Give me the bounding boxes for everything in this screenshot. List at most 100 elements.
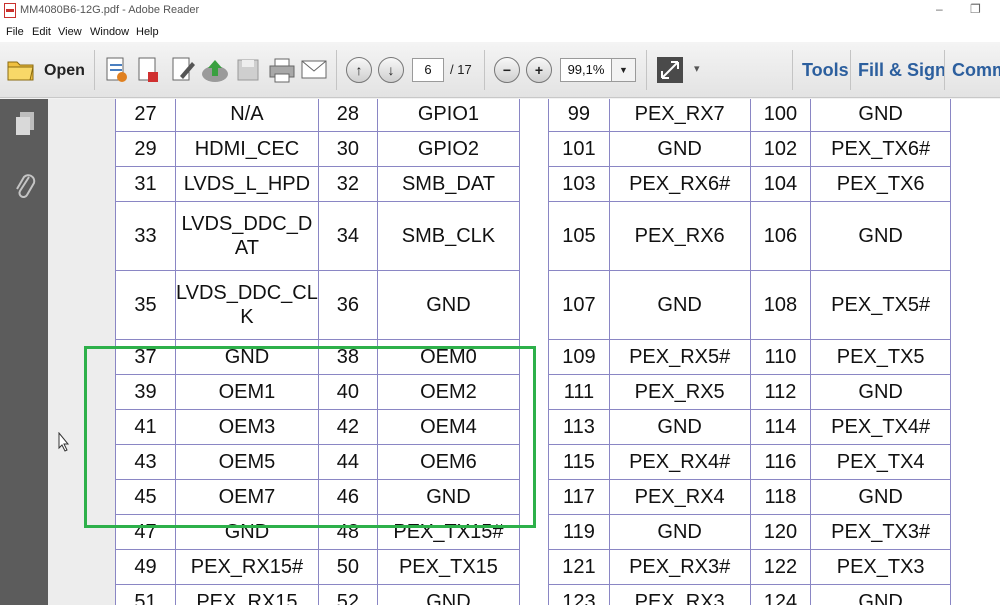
menu-edit[interactable]: Edit <box>32 26 51 38</box>
pin-number-cell: 34 <box>317 201 378 271</box>
pin-number-cell: 113 <box>548 409 610 445</box>
menu-help[interactable]: Help <box>136 26 159 38</box>
signal-name-cell: SMB_DAT <box>376 166 521 202</box>
menu-bar: File Edit View Window Help <box>0 22 1000 42</box>
signal-name-cell: GND <box>174 339 319 375</box>
signal-name-cell: PEX_RX7 <box>608 99 751 132</box>
email-icon[interactable] <box>300 58 328 82</box>
pin-number-cell: 123 <box>548 584 610 605</box>
signal-name-cell: GND <box>810 479 951 515</box>
menu-file[interactable]: File <box>6 26 24 38</box>
pin-number-cell: 36 <box>317 270 378 340</box>
signal-name-cell: PEX_TX6 <box>810 166 951 202</box>
table-row: 39 OEM1 40 OEM2 <box>115 374 521 410</box>
pin-number-cell: 117 <box>548 479 610 515</box>
signal-name-cell: OEM2 <box>376 374 521 410</box>
toolbar-separator <box>336 50 337 90</box>
table-row: 113 GND 114 PEX_TX4# <box>548 409 951 445</box>
toolbar-separator <box>94 50 95 90</box>
export-pdf-icon[interactable] <box>136 56 160 84</box>
signal-name-cell: SMB_CLK <box>376 201 521 271</box>
table-row: 103 PEX_RX6# 104 PEX_TX6 <box>548 166 951 202</box>
pin-number-cell: 48 <box>317 514 378 550</box>
table-row: 115 PEX_RX4# 116 PEX_TX4 <box>548 444 951 480</box>
signal-name-cell: OEM6 <box>376 444 521 480</box>
pin-number-cell: 109 <box>548 339 610 375</box>
zoom-dropdown-button[interactable]: ▼ <box>612 58 636 82</box>
table-row: 35 LVDS_DDC_CL K 36 GND <box>115 270 521 340</box>
previous-page-button[interactable]: ↑ <box>346 57 372 83</box>
signal-name-cell: PEX_TX5# <box>810 270 951 340</box>
pin-number-cell: 38 <box>317 339 378 375</box>
signal-name-cell: GND <box>608 514 751 550</box>
open-button[interactable] <box>6 56 36 87</box>
toolbar-options-icon[interactable]: ▾ <box>694 62 700 75</box>
create-pdf-icon[interactable] <box>104 56 128 84</box>
signal-name-cell: OEM4 <box>376 409 521 445</box>
table-row: 47 GND 48 PEX_TX15# <box>115 514 521 550</box>
toolbar-separator <box>850 50 851 90</box>
tools-button[interactable]: Tools <box>802 60 849 81</box>
signal-name-cell: PEX_RX15# <box>174 549 319 585</box>
table-row: 105 PEX_RX6 106 GND <box>548 201 951 271</box>
restore-button[interactable]: ❐ <box>970 2 981 16</box>
pin-number-cell: 32 <box>317 166 378 202</box>
pin-number-cell: 114 <box>749 409 812 445</box>
menu-window[interactable]: Window <box>90 26 129 38</box>
folder-icon <box>7 61 34 81</box>
signal-name-cell: PEX_RX15 <box>174 584 319 605</box>
zoom-level-input[interactable]: 99,1% <box>560 58 612 82</box>
pages-icon[interactable] <box>14 111 36 139</box>
fit-page-icon[interactable] <box>656 56 684 84</box>
pin-number-cell: 47 <box>115 514 176 550</box>
attachment-icon[interactable] <box>14 171 36 203</box>
chevron-down-icon: ▼ <box>619 65 628 75</box>
pin-number-cell: 44 <box>317 444 378 480</box>
toolbar-separator <box>944 50 945 90</box>
pin-number-cell: 49 <box>115 549 176 585</box>
pin-table-left: 252627N/A28GPIO129HDMI_CEC30GPIO231LVDS_… <box>115 99 521 605</box>
table-row: 43 OEM5 44 OEM6 <box>115 444 521 480</box>
menu-view[interactable]: View <box>58 26 82 38</box>
table-row: 109 PEX_RX5# 110 PEX_TX5 <box>548 339 951 375</box>
fill-sign-button[interactable]: Fill & Sign <box>858 60 946 81</box>
signal-name-cell: PEX_RX6# <box>608 166 751 202</box>
pin-number-cell: 110 <box>749 339 812 375</box>
signal-name-cell: GND <box>376 270 521 340</box>
minimize-button[interactable]: – <box>936 2 943 16</box>
next-page-button[interactable]: ↓ <box>378 57 404 83</box>
toolbar-separator <box>792 50 793 90</box>
signal-name-cell: GND <box>174 514 319 550</box>
print-icon[interactable] <box>268 56 296 84</box>
pin-table-right: 979899PEX_RX7100GND101GND102PEX_TX6#103P… <box>548 99 951 605</box>
pin-number-cell: 28 <box>317 99 378 132</box>
pin-number-cell: 106 <box>749 201 812 271</box>
table-row: 99 PEX_RX7 100 GND <box>548 99 951 132</box>
signal-name-cell: LVDS_DDC_CL K <box>174 270 319 340</box>
comment-button[interactable]: Comm <box>952 60 1000 81</box>
pin-number-cell: 111 <box>548 374 610 410</box>
pin-number-cell: 104 <box>749 166 812 202</box>
signal-name-cell: GND <box>810 201 951 271</box>
signal-name-cell: PEX_TX6# <box>810 131 951 167</box>
edit-document-icon[interactable] <box>170 56 196 84</box>
pin-number-cell: 43 <box>115 444 176 480</box>
pin-number-cell: 46 <box>317 479 378 515</box>
pdf-file-icon <box>4 3 16 18</box>
zoom-out-button[interactable]: − <box>494 57 520 83</box>
page-number-input[interactable]: 6 <box>412 58 444 82</box>
pin-number-cell: 122 <box>749 549 812 585</box>
pin-number-cell: 30 <box>317 131 378 167</box>
signal-name-cell: LVDS_L_HPD <box>174 166 319 202</box>
navigation-sidebar <box>0 99 48 605</box>
upload-cloud-icon[interactable] <box>200 56 230 84</box>
pin-number-cell: 101 <box>548 131 610 167</box>
save-icon[interactable] <box>236 56 260 84</box>
signal-name-cell: GPIO1 <box>376 99 521 132</box>
signal-name-cell: GND <box>608 409 751 445</box>
table-row: 119 GND 120 PEX_TX3# <box>548 514 951 550</box>
zoom-in-button[interactable]: + <box>526 57 552 83</box>
pin-number-cell: 108 <box>749 270 812 340</box>
open-label[interactable]: Open <box>44 62 85 80</box>
signal-name-cell: PEX_TX4 <box>810 444 951 480</box>
